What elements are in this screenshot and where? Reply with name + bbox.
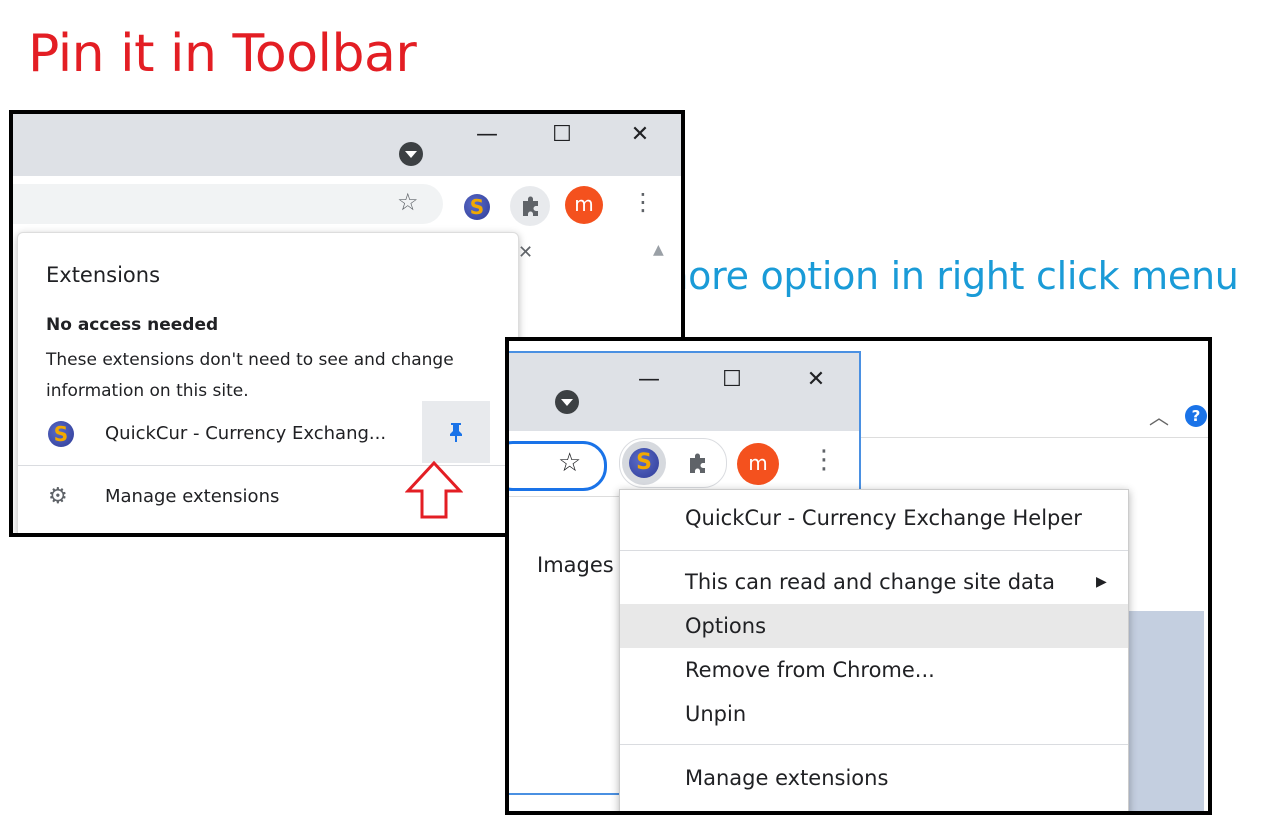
background-titlebar: — ☐ ✕ bbox=[859, 341, 1208, 403]
address-bar[interactable]: ☆ bbox=[509, 441, 607, 491]
pin-button[interactable] bbox=[422, 401, 490, 463]
profile-avatar[interactable]: m bbox=[737, 443, 779, 485]
gear-icon: ⚙ bbox=[48, 484, 68, 509]
pin-icon bbox=[450, 423, 462, 442]
close-button[interactable]: ✕ bbox=[625, 120, 655, 150]
quickcur-extension-icon[interactable]: S bbox=[464, 194, 490, 220]
context-divider bbox=[620, 744, 1128, 745]
browser-toolbar: ☆ S m ⋮ bbox=[509, 431, 859, 497]
menu-kebab-icon[interactable]: ⋮ bbox=[631, 188, 655, 216]
help-icon[interactable]: ? bbox=[1185, 405, 1207, 427]
extensions-button[interactable] bbox=[510, 186, 550, 226]
section-description: These extensions don't need to see and c… bbox=[46, 350, 454, 401]
tab-search-icon[interactable] bbox=[555, 390, 579, 414]
profile-avatar[interactable]: m bbox=[565, 186, 603, 224]
maximize-button[interactable]: ☐ bbox=[547, 120, 577, 150]
quickcur-logo-icon: S bbox=[48, 421, 74, 447]
bookmark-star-icon[interactable]: ☆ bbox=[558, 448, 581, 478]
chevron-up-icon[interactable]: ︿ bbox=[1149, 401, 1169, 430]
close-icon[interactable]: ✕ bbox=[518, 242, 533, 263]
minimize-button[interactable]: — bbox=[472, 120, 502, 150]
section-heading: No access needed bbox=[46, 315, 219, 335]
context-divider bbox=[620, 550, 1128, 551]
red-arrow-icon bbox=[405, 460, 463, 519]
screenshot-right-click: — ☐ ✕ ︿ ? — ☐ ✕ ☆ S m ⋮ Images bbox=[505, 337, 1212, 815]
popup-title: Extensions bbox=[46, 263, 161, 287]
menu-kebab-icon[interactable]: ⋮ bbox=[811, 445, 837, 475]
chevron-right-icon: ▶ bbox=[1096, 574, 1107, 590]
maximize-button[interactable]: ☐ bbox=[717, 365, 747, 395]
bookmark-star-icon[interactable]: ☆ bbox=[397, 188, 419, 216]
context-menu: QuickCur - Currency Exchange Helper This… bbox=[619, 489, 1129, 811]
context-item-manage[interactable]: Manage extensions bbox=[620, 756, 1128, 800]
scroll-up-icon[interactable]: ▲ bbox=[653, 242, 664, 258]
puzzle-icon bbox=[523, 196, 538, 216]
context-item-remove[interactable]: Remove from Chrome... bbox=[620, 648, 1128, 692]
context-item-site-access[interactable]: This can read and change site data ▶ bbox=[620, 560, 1128, 604]
browser-titlebar: — ☐ ✕ bbox=[509, 353, 859, 431]
context-item-name[interactable]: QuickCur - Currency Exchange Helper bbox=[620, 496, 1128, 540]
site-access-label: This can read and change site data bbox=[685, 570, 1056, 594]
extension-name[interactable]: QuickCur - Currency Exchang... bbox=[105, 423, 386, 444]
page-panel bbox=[1119, 611, 1204, 811]
minimize-button[interactable]: — bbox=[634, 365, 664, 395]
address-bar[interactable]: ☆ bbox=[13, 184, 443, 224]
heading-pin-toolbar: Pin it in Toolbar bbox=[28, 24, 417, 84]
quickcur-extension-button[interactable]: S bbox=[622, 441, 666, 485]
context-item-unpin[interactable]: Unpin bbox=[620, 692, 1128, 736]
quickcur-extension-icon: S bbox=[629, 448, 659, 478]
close-button[interactable]: ✕ bbox=[801, 365, 831, 395]
browser-titlebar: — ☐ ✕ bbox=[13, 114, 681, 176]
manage-extensions-link[interactable]: Manage extensions bbox=[105, 486, 279, 507]
tab-search-icon[interactable] bbox=[399, 142, 423, 166]
puzzle-icon[interactable] bbox=[677, 443, 717, 483]
context-item-options[interactable]: Options bbox=[620, 604, 1128, 648]
images-link[interactable]: Images bbox=[537, 553, 614, 577]
browser-toolbar: ☆ S m ⋮ bbox=[13, 176, 681, 232]
